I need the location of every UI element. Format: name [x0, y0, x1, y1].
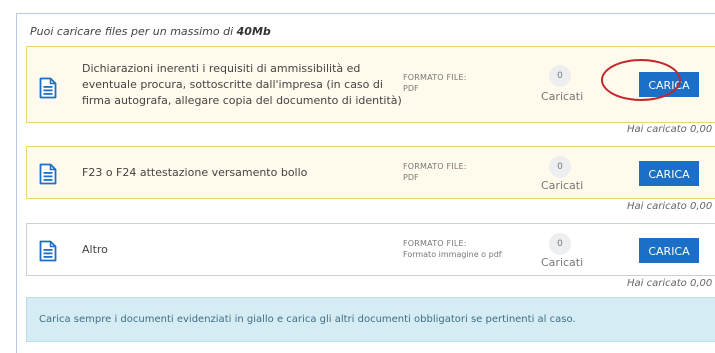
upload-button-dichiarazioni[interactable]: CARICA — [639, 72, 699, 97]
uploaded-size-text: Hai caricato 0,00 Mb — [627, 278, 715, 289]
document-row-altro: Altro FORMATO FILE: Formato immagine o p… — [26, 223, 715, 276]
uploaded-size-text: Hai caricato 0,00 Mb — [627, 124, 715, 135]
info-alert: Carica sempre i documenti evidenziati in… — [26, 297, 715, 342]
file-format-value: PDF — [403, 84, 419, 93]
uploaded-count-badge: 0 — [549, 233, 571, 255]
upload-limit-value: 40Mb — [236, 25, 271, 38]
uploaded-count-badge: 0 — [549, 65, 571, 87]
file-format-label: FORMATO FILE: — [403, 162, 467, 171]
upload-limit-text: Puoi caricare files per un massimo di — [30, 25, 234, 38]
file-format-label: FORMATO FILE: — [403, 239, 467, 248]
info-message: Carica sempre i documenti evidenziati in… — [39, 314, 576, 325]
document-description: F23 o F24 attestazione versamento bollo — [82, 166, 308, 179]
document-description: Dichiarazioni inerenti i requisiti di am… — [82, 62, 402, 107]
file-format-label: FORMATO FILE: — [403, 73, 467, 82]
file-format: FORMATO FILE: PDF — [403, 161, 467, 183]
document-row-f23-f24: F23 o F24 attestazione versamento bollo … — [26, 146, 715, 199]
uploaded-size-text: Hai caricato 0,00 Mb — [627, 201, 715, 212]
file-format: FORMATO FILE: Formato immagine o pdf — [403, 238, 502, 260]
document-description: Altro — [82, 243, 108, 256]
upload-limit-note: Puoi caricare files per un massimo di 40… — [30, 25, 271, 38]
document-icon — [39, 240, 57, 262]
uploaded-count-label: Caricati — [541, 256, 584, 269]
uploaded-count-badge: 0 — [549, 156, 571, 178]
document-row-dichiarazioni: Dichiarazioni inerenti i requisiti di am… — [26, 46, 715, 123]
document-icon — [39, 77, 57, 99]
uploaded-count-label: Caricati — [541, 90, 584, 103]
file-format-value: Formato immagine o pdf — [403, 250, 502, 259]
file-format: FORMATO FILE: PDF — [403, 72, 467, 94]
file-format-value: PDF — [403, 173, 419, 182]
uploaded-count-label: Caricati — [541, 179, 584, 192]
document-icon — [39, 163, 57, 185]
upload-button-altro[interactable]: CARICA — [639, 238, 699, 263]
upload-button-f23-f24[interactable]: CARICA — [639, 161, 699, 186]
